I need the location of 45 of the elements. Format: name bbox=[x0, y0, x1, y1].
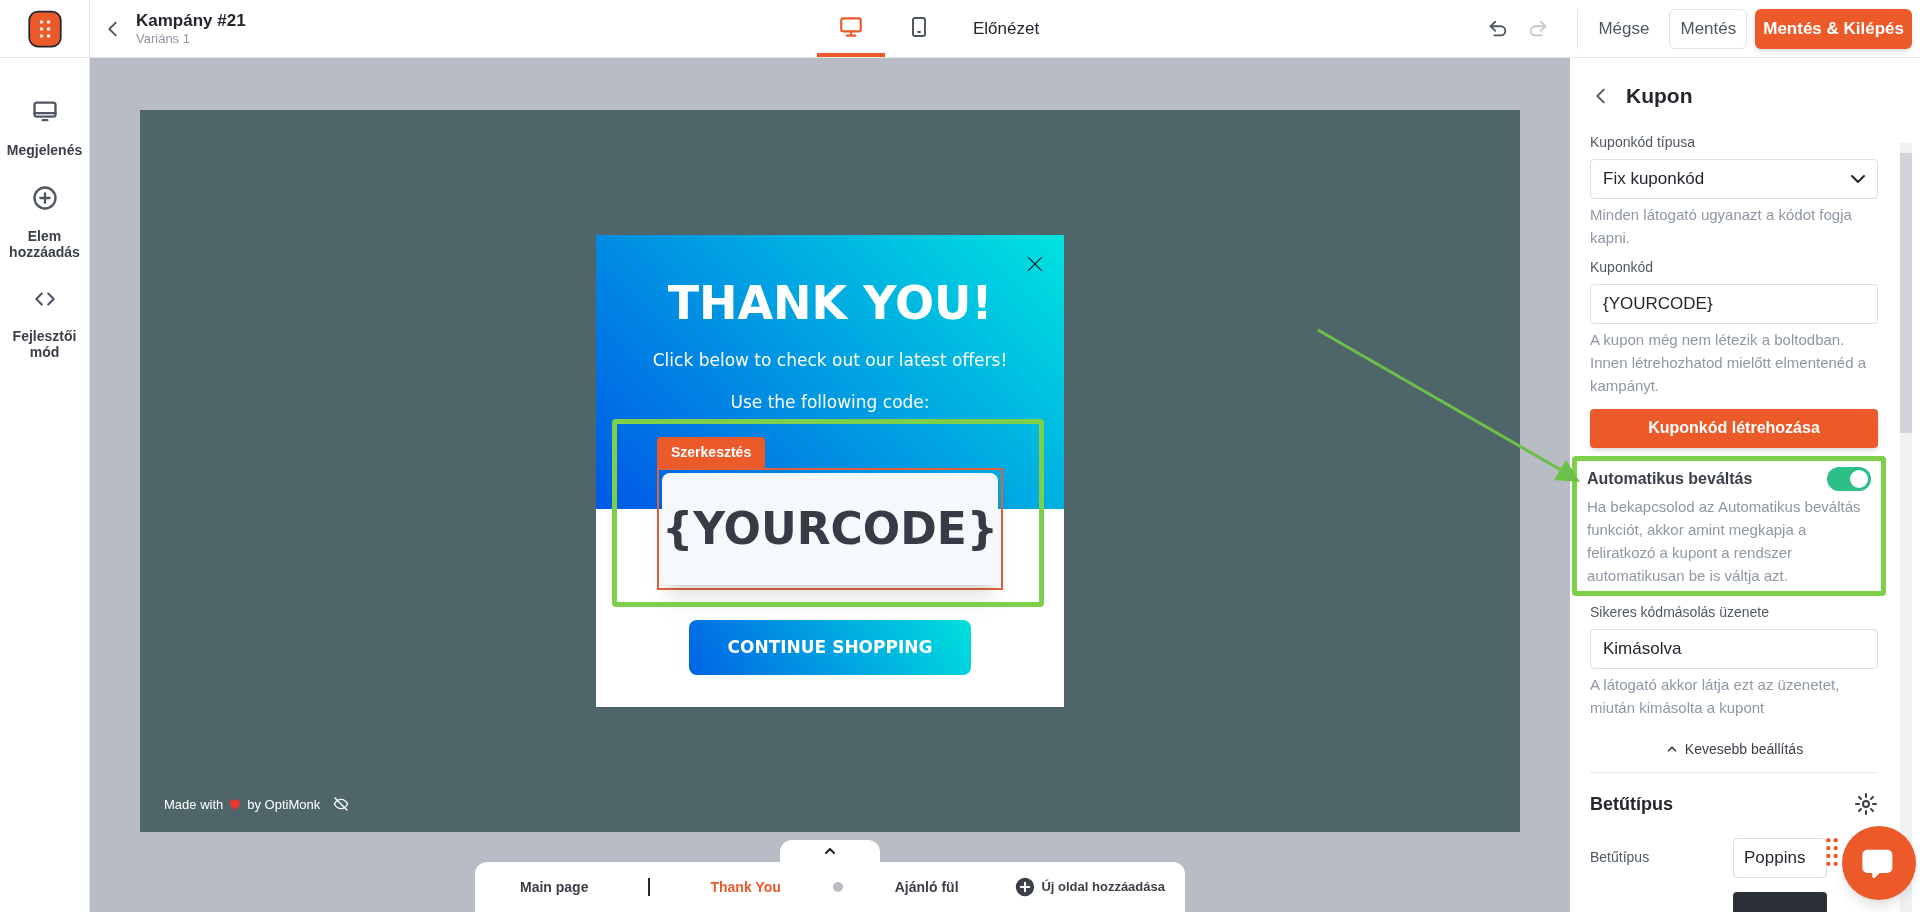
less-settings-button[interactable]: Kevesebb beállítás bbox=[1590, 726, 1878, 773]
scrollbar-thumb[interactable] bbox=[1900, 153, 1912, 433]
dark-control[interactable] bbox=[1733, 891, 1827, 912]
field-label: Betűtípus bbox=[1590, 848, 1651, 867]
chat-button[interactable] bbox=[1842, 826, 1916, 900]
branding-text: by OptiMonk bbox=[247, 795, 321, 814]
dots-grid-icon bbox=[1826, 838, 1838, 866]
add-page-button[interactable]: Új oldal hozzáadása bbox=[1015, 877, 1165, 897]
text-input[interactable]: Kimásolva bbox=[1590, 628, 1878, 669]
section-title: Betűtípus bbox=[1590, 792, 1673, 816]
sidebar-item[interactable]: Megjelenés bbox=[2, 98, 87, 158]
scrollbar[interactable] bbox=[1900, 143, 1912, 912]
panel-title: Kupon bbox=[1626, 83, 1693, 109]
page-tab[interactable]: Ajánló fül bbox=[894, 876, 959, 898]
eye-off-icon[interactable] bbox=[333, 796, 350, 813]
font-select[interactable]: Poppins bbox=[1733, 837, 1827, 878]
text-input[interactable]: {YOURCODE} bbox=[1590, 283, 1878, 324]
save-button[interactable]: Mentés bbox=[1669, 8, 1748, 49]
chevron-down-icon bbox=[1851, 174, 1865, 183]
page-tab[interactable]: Main page bbox=[520, 876, 589, 898]
preview-button[interactable]: Előnézet bbox=[973, 15, 1040, 42]
auto-redeem-toggle[interactable] bbox=[1827, 466, 1871, 491]
field-label: Sikeres kódmásolás üzenete bbox=[1590, 602, 1770, 622]
help-text: A látogató akkor látja ezt az üzenetet, miután kimásolta a kupont bbox=[1590, 674, 1841, 718]
cancel-button[interactable]: Mégse bbox=[1586, 8, 1662, 49]
plus-circle-icon bbox=[30, 184, 59, 212]
continue-shopping-button[interactable]: CONTINUE SHOPPING bbox=[689, 620, 971, 675]
field-label: Kuponkód típusa bbox=[1590, 132, 1697, 152]
field-label: Kuponkód bbox=[1590, 257, 1655, 277]
page-tab[interactable]: Thank You bbox=[710, 876, 781, 898]
campaign-title: Kampány #21 bbox=[136, 9, 246, 31]
branding-text: Made with bbox=[164, 795, 224, 814]
plus-circle-icon bbox=[1015, 877, 1036, 897]
variant-subtitle: Variáns 1 bbox=[136, 31, 191, 48]
help-text: Ha bekapcsolod az Automatikus beváltás funkciót, akkor amint megkapja a feliratkozó a kupont a rendszer automatikusan be is váltja azt. bbox=[1587, 496, 1862, 586]
sidebar-item[interactable]: Fejlesztői mód bbox=[2, 286, 87, 360]
popup-subtitle: Click below to check out our latest offers! bbox=[652, 349, 1008, 372]
sidebar-item[interactable]: Elem hozzáadás bbox=[2, 184, 87, 260]
popup-title: THANK YOU! bbox=[667, 280, 993, 326]
toggle-label: Automatikus beváltás bbox=[1587, 468, 1753, 489]
code-label: Use the following code: bbox=[730, 390, 930, 414]
coupon-type-select[interactable]: Fix kuponkód bbox=[1590, 158, 1878, 199]
help-text: A kupon még nem létezik a boltodban. Innen létrehozhatod mielőtt elmentenéd a kampányt. bbox=[1590, 329, 1868, 396]
help-text: Minden látogató ugyanazt a kódot fogja kapni. bbox=[1590, 204, 1853, 248]
heart-icon bbox=[228, 797, 243, 812]
